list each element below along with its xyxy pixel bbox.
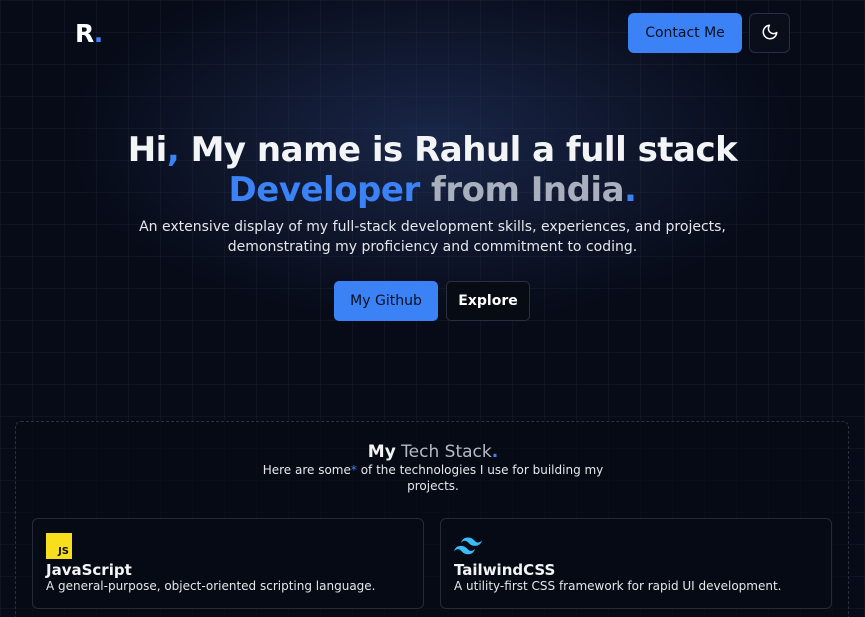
tech-card-javascript[interactable]: JS JavaScript A general-purpose, object-…: [32, 518, 424, 609]
logo-letter: R: [75, 19, 95, 48]
tech-card-description: A general-purpose, object-oriented scrip…: [46, 579, 376, 593]
tech-stack-title-period: .: [491, 442, 499, 462]
tech-stack-section: My Tech Stack. Here are some* of the tec…: [15, 421, 849, 617]
explore-button[interactable]: Explore: [446, 281, 530, 321]
moon-icon: [761, 23, 779, 44]
my-github-button[interactable]: My Github: [334, 281, 438, 321]
tech-stack-title-rest: Tech Stack: [395, 442, 492, 462]
hero-title: Hi, My name is Rahul a full stack Develo…: [0, 130, 865, 210]
tech-card-description: A utility-first CSS framework for rapid …: [454, 579, 782, 593]
hero-subtitle-line1: An extensive display of my full-stack de…: [139, 219, 726, 235]
tech-stack-title: My Tech Stack.: [16, 442, 850, 462]
hero-title-period: .: [624, 170, 637, 210]
tech-stack-title-my: My: [367, 442, 396, 462]
hero-title-hi: Hi: [127, 130, 168, 170]
tech-stack-subtitle-part2: of the technologies I use for building m…: [356, 463, 604, 493]
contact-me-button[interactable]: Contact Me: [628, 13, 742, 53]
theme-toggle-button[interactable]: [749, 13, 790, 53]
hero-title-line1: My name is Rahul a full stack: [179, 130, 738, 170]
hero-subtitle-line2: demonstrating my proficiency and commitm…: [227, 239, 638, 255]
hero-title-from: from India: [419, 170, 625, 210]
javascript-icon: JS: [46, 533, 72, 559]
hero-title-developer: Developer: [228, 170, 421, 210]
tech-card-name: JavaScript: [46, 561, 132, 579]
tech-stack-subtitle: Here are some* of the technologies I use…: [248, 462, 618, 494]
tech-card-name: TailwindCSS: [454, 561, 556, 579]
hero-subtitle: An extensive display of my full-stack de…: [120, 217, 745, 257]
tech-card-tailwindcss[interactable]: TailwindCSS A utility-first CSS framewor…: [440, 518, 832, 609]
tech-stack-subtitle-part1: Here are some: [262, 463, 351, 477]
tailwindcss-icon: [454, 533, 482, 559]
logo-dot: .: [93, 19, 103, 48]
page: R. Contact Me Hi, My name is Rahul a ful…: [0, 0, 865, 617]
hero-title-comma: ,: [166, 130, 180, 170]
logo[interactable]: R.: [75, 19, 103, 48]
javascript-icon-text: JS: [58, 546, 69, 557]
